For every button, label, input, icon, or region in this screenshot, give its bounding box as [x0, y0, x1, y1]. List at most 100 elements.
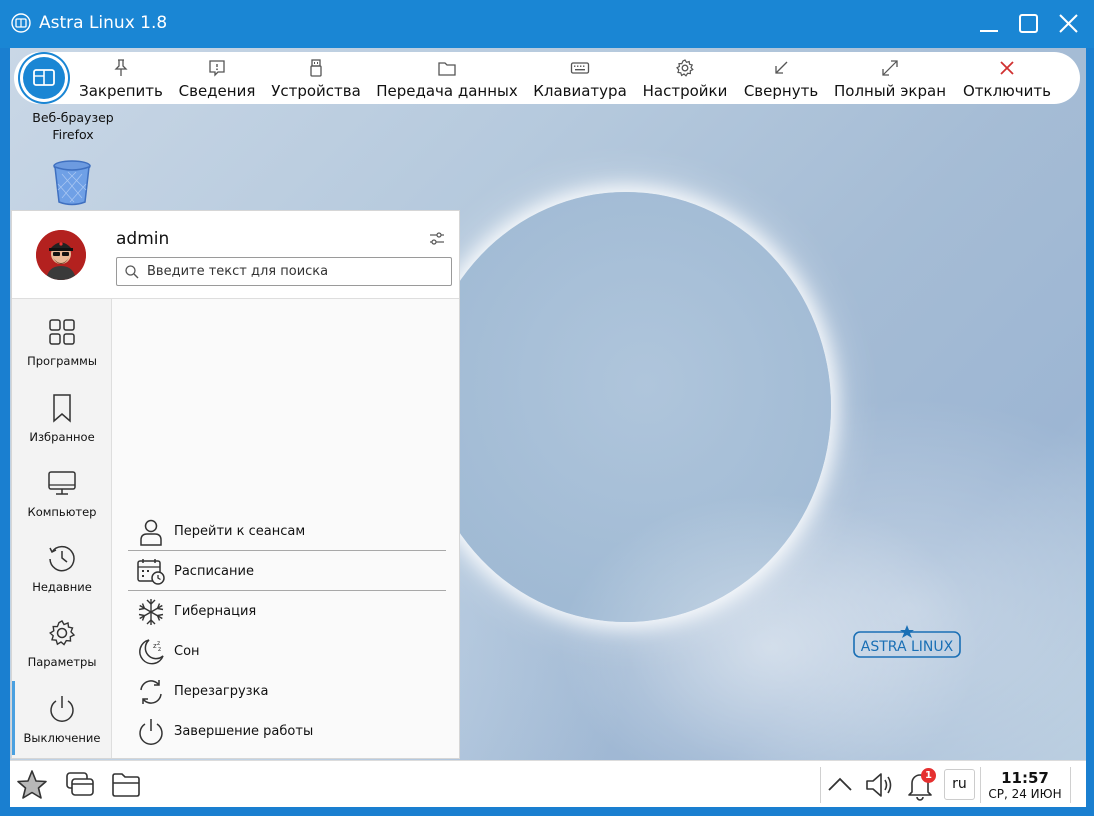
clock-date[interactable]: СР, 24 ИЮН	[982, 787, 1068, 801]
toolbar-fullscreen-button[interactable]: Полный экран	[832, 56, 948, 102]
maximize-icon	[1019, 14, 1038, 33]
window-title: Astra Linux 1.8	[39, 13, 168, 33]
firefox-label-line1: Веб-браузер	[32, 110, 114, 125]
toolbar-devices-label: Устройства	[271, 82, 361, 100]
sliders-icon[interactable]	[428, 230, 446, 248]
sidebar-item-favorites[interactable]: Избранное	[12, 393, 112, 465]
chevron-up-icon	[828, 777, 852, 791]
toolbar-info-button[interactable]: Сведения	[177, 56, 257, 102]
sidebar-item-label: Компьютер	[27, 505, 97, 519]
gear-icon	[676, 59, 694, 77]
astra-linux-logo: ASTRA LINUX	[853, 625, 961, 658]
file-manager-button[interactable]	[110, 769, 142, 801]
pin-icon	[114, 59, 128, 76]
watermark-text: ASTRA LINUX	[861, 639, 954, 655]
power-item-label: Расписание	[174, 564, 254, 579]
toolbar-disconnect-label: Отключить	[962, 82, 1051, 100]
toolbar-transfer-label: Передача данных	[376, 82, 518, 100]
tray-divider	[1070, 767, 1071, 803]
astra-logo-icon	[23, 57, 65, 99]
toolbar-minimize-label: Свернуть	[743, 82, 819, 100]
toolbar-settings-label: Настройки	[642, 82, 728, 100]
fullscreen-icon	[882, 60, 898, 76]
toolbar-transfer-button[interactable]: Передача данных	[376, 56, 518, 102]
svg-text:z: z	[158, 646, 161, 653]
sidebar-item-label: Недавние	[32, 580, 92, 594]
sidebar-item-computer[interactable]: Компьютер	[12, 468, 112, 540]
tray-divider	[820, 767, 821, 803]
toolbar-devices-button[interactable]: Устройства	[270, 56, 362, 102]
search-input[interactable]	[147, 261, 443, 282]
window-close-button[interactable]	[1053, 10, 1083, 38]
divider	[128, 590, 446, 591]
sidebar-item-label: Выключение	[23, 731, 101, 745]
power-item-label: Перезагрузка	[174, 684, 269, 699]
toolbar-logo-button[interactable]	[18, 52, 70, 104]
volume-button[interactable]	[864, 769, 896, 801]
gear-icon	[49, 620, 76, 646]
search-box	[116, 257, 452, 286]
sidebar-active-indicator	[12, 681, 15, 755]
window-maximize-button[interactable]	[1013, 10, 1043, 38]
schedule-icon	[137, 559, 165, 585]
username: admin	[116, 229, 170, 249]
window-title-bar: Astra Linux 1.8	[0, 0, 1094, 48]
firefox-label-line2: Firefox	[52, 127, 94, 142]
sidebar-item-label: Параметры	[27, 655, 97, 669]
power-item-schedule[interactable]: Расписание	[128, 552, 446, 592]
restart-icon	[140, 680, 162, 704]
trash-icon[interactable]	[52, 160, 92, 206]
sidebar-item-label: Программы	[27, 354, 97, 368]
user-avatar-icon	[36, 230, 86, 280]
divider	[128, 550, 446, 551]
minimize-icon	[980, 30, 998, 32]
grid-icon	[49, 319, 75, 345]
bookmark-icon	[53, 394, 71, 423]
start-menu-header: admin	[12, 211, 459, 299]
close-icon	[1059, 14, 1078, 33]
start-menu-button[interactable]	[16, 769, 48, 801]
toolbar-info-label: Сведения	[178, 82, 256, 100]
toolbar-settings-button[interactable]: Настройки	[641, 56, 729, 102]
firefox-label: Веб-браузер Firefox	[23, 109, 123, 143]
power-item-sleep[interactable]: zzz Сон	[128, 632, 446, 672]
power-icon	[139, 719, 163, 745]
window-minimize-button[interactable]	[974, 10, 1004, 38]
monitor-icon	[48, 471, 76, 495]
window-switcher-button[interactable]	[64, 769, 96, 801]
star-icon	[17, 770, 47, 799]
toolbar-keyboard-button[interactable]: Клавиатура	[531, 56, 629, 102]
folder-icon	[112, 773, 140, 797]
keyboard-layout-indicator[interactable]: ru	[944, 769, 975, 800]
speaker-icon	[866, 773, 892, 797]
power-item-label: Завершение работы	[174, 724, 314, 739]
power-item-hibernate[interactable]: Гибернация	[128, 592, 446, 632]
app-icon	[11, 13, 31, 33]
usb-icon	[310, 59, 322, 77]
sidebar-item-label: Избранное	[29, 430, 95, 444]
power-item-label: Перейти к сеансам	[174, 524, 306, 539]
avatar[interactable]	[36, 230, 86, 280]
power-item-label: Сон	[174, 644, 200, 659]
sidebar-item-programs[interactable]: Программы	[12, 317, 112, 389]
history-icon	[49, 545, 75, 572]
keyboard-icon	[570, 62, 590, 74]
folder-icon	[438, 62, 456, 76]
start-menu-sidebar: Программы Избранное Компьютер Недавние П…	[12, 299, 112, 758]
toolbar-pin-button[interactable]: Закрепить	[78, 56, 164, 102]
power-item-shutdown[interactable]: Завершение работы	[128, 712, 446, 752]
power-item-switch-session[interactable]: Перейти к сеансам	[128, 512, 446, 552]
user-icon	[140, 519, 162, 546]
sidebar-item-settings[interactable]: Параметры	[12, 618, 112, 690]
sidebar-item-shutdown[interactable]: Выключение	[12, 694, 112, 766]
sidebar-item-recent[interactable]: Недавние	[12, 543, 112, 615]
tray-expand-button[interactable]	[824, 769, 856, 801]
toolbar-disconnect-button[interactable]: Отключить	[960, 56, 1054, 102]
minimize-arrow-icon	[775, 61, 788, 74]
toolbar-keyboard-label: Клавиатура	[533, 82, 627, 100]
toolbar-fullscreen-label: Полный экран	[833, 82, 947, 100]
clock-time[interactable]: 11:57	[982, 769, 1068, 787]
search-icon	[125, 265, 139, 279]
power-item-restart[interactable]: Перезагрузка	[128, 672, 446, 712]
toolbar-minimize-button[interactable]: Свернуть	[741, 56, 821, 102]
